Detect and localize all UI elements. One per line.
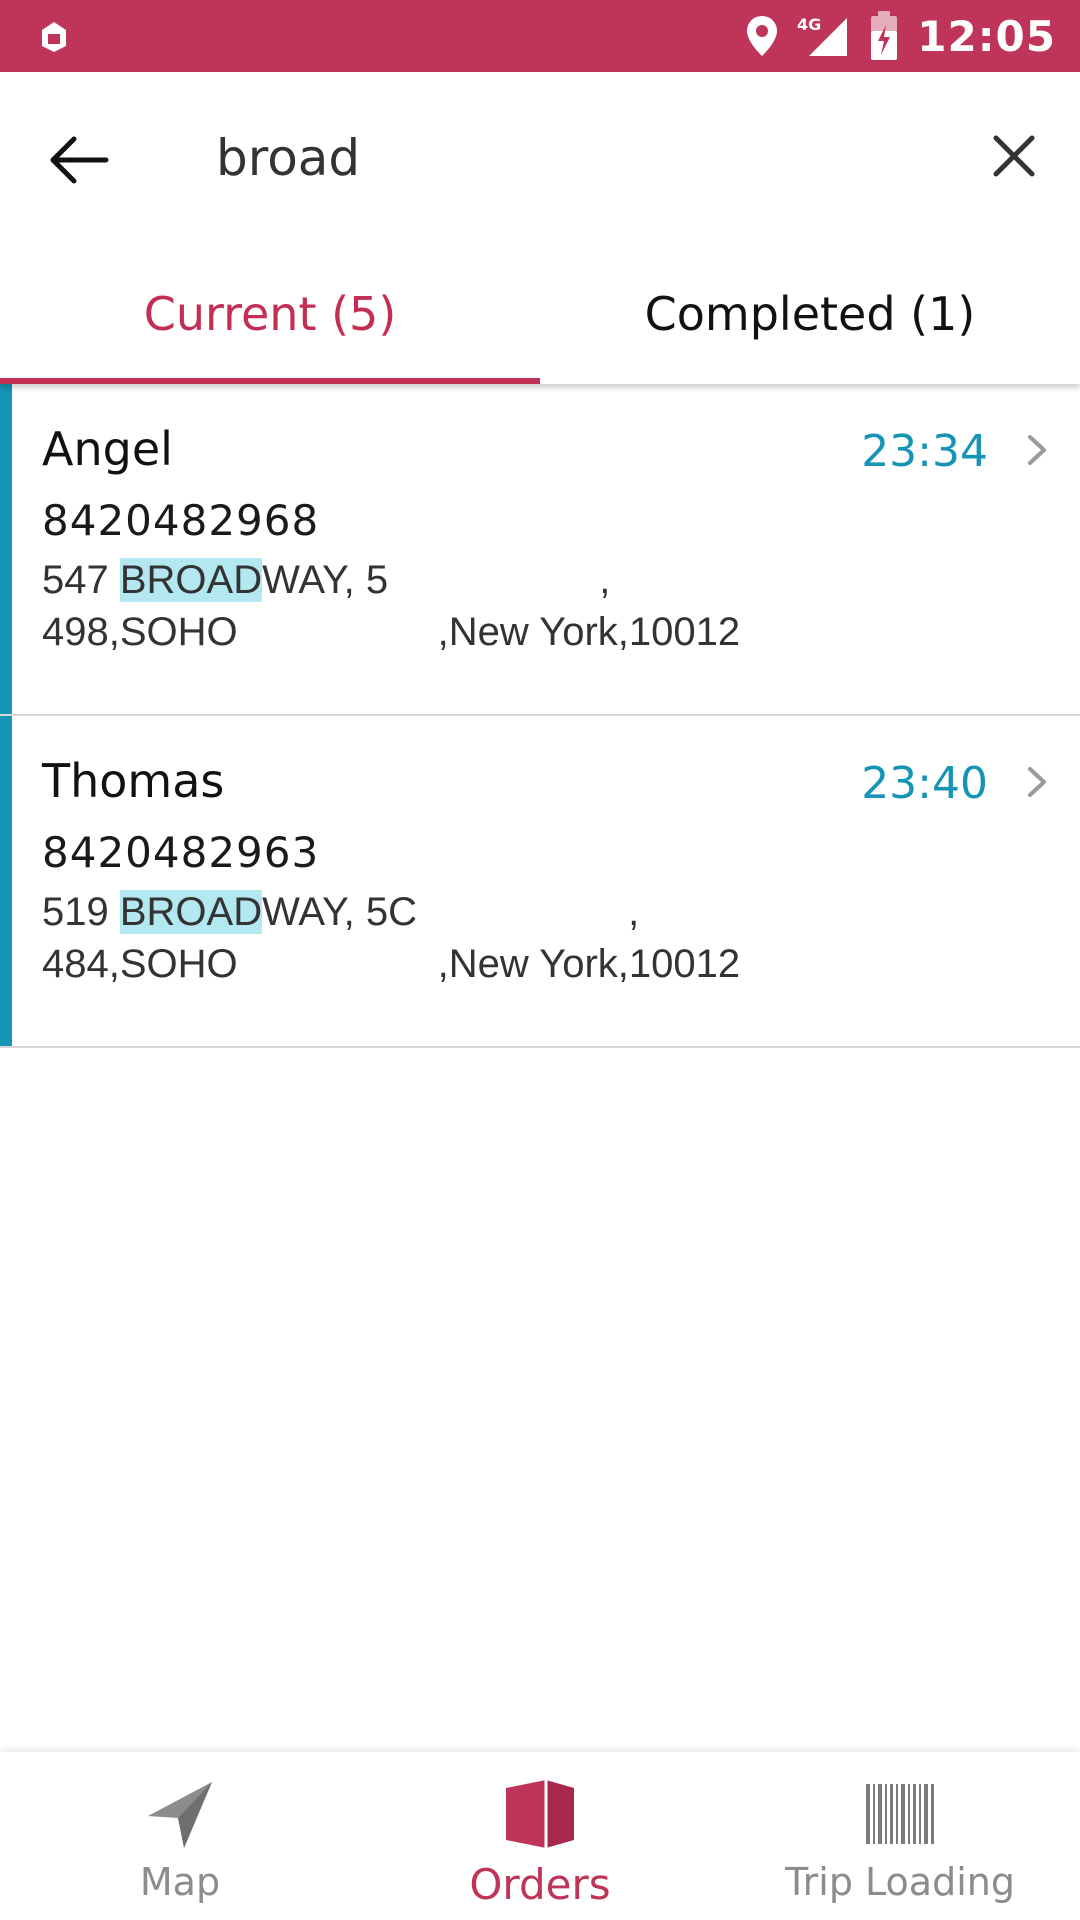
order-tabs: Current (5) Completed (1): [0, 244, 1080, 384]
nav-item-trip-loading[interactable]: Trip Loading: [720, 1752, 1080, 1920]
nav-label-trip-loading: Trip Loading: [785, 1860, 1015, 1904]
search-input[interactable]: [216, 122, 956, 194]
battery-charging-icon: [871, 11, 898, 60]
barcode-icon: [866, 1784, 934, 1844]
nav-label-map: Map: [139, 1860, 221, 1904]
chevron-right-icon: [1028, 767, 1046, 797]
order-phone: 8420482968: [42, 496, 320, 545]
order-time: 23:40: [861, 758, 988, 809]
tab-completed-label: Completed (1): [644, 287, 976, 341]
order-time: 23:34: [861, 426, 988, 477]
status-time: 12:05: [917, 11, 1056, 61]
close-icon[interactable]: [986, 128, 1042, 184]
order-address: 547 BROADWAY, 5 , 498,SOHO ,New York,100…: [42, 554, 802, 658]
status-icons: 4G 12:05: [745, 0, 1056, 72]
order-phone: 8420482963: [42, 828, 320, 877]
signal-icon: 4G: [797, 15, 848, 56]
network-type: 4G: [797, 15, 821, 34]
tab-completed[interactable]: Completed (1): [540, 244, 1080, 384]
navigation-arrow-icon: [148, 1782, 212, 1848]
order-item-thomas[interactable]: Thomas 8420482963 519 BROADWAY, 5C , 484…: [0, 716, 1080, 1048]
order-status-accent: [0, 716, 12, 1046]
chevron-right-icon: [1028, 435, 1046, 465]
order-list: Angel 8420482968 547 BROADWAY, 5 , 498,S…: [0, 384, 1080, 1048]
nav-item-map[interactable]: Map: [0, 1752, 360, 1920]
order-customer-name: Angel: [42, 422, 173, 476]
search-bar: [0, 72, 1080, 244]
nav-label-orders: Orders: [469, 1860, 611, 1909]
address-line-1: 519 BROADWAY, 5C ,: [42, 886, 802, 938]
address-suffix: WAY, 5C ,: [262, 890, 640, 934]
order-address: 519 BROADWAY, 5C , 484,SOHO ,New York,10…: [42, 886, 802, 990]
app-notification-icon: [42, 22, 66, 52]
back-arrow-icon[interactable]: [44, 124, 116, 196]
address-line-1: 547 BROADWAY, 5 ,: [42, 554, 802, 606]
bottom-navigation: Map Orders Trip Loading: [0, 1752, 1080, 1920]
order-status-accent: [0, 384, 12, 714]
address-prefix: 519: [42, 890, 120, 934]
tab-current[interactable]: Current (5): [0, 244, 540, 384]
tab-active-indicator: [0, 378, 540, 384]
order-customer-name: Thomas: [42, 754, 225, 808]
address-line-2: 498,SOHO ,New York,10012: [42, 610, 741, 654]
search-match-highlight: BROAD: [119, 890, 263, 934]
tab-current-label: Current (5): [143, 287, 397, 341]
address-line-2: 484,SOHO ,New York,10012: [42, 942, 741, 986]
address-suffix: WAY, 5 ,: [262, 558, 611, 602]
status-bar: 4G 12:05: [0, 0, 1080, 72]
address-prefix: 547: [42, 558, 120, 602]
location-pin-icon: [747, 16, 778, 56]
order-item-angel[interactable]: Angel 8420482968 547 BROADWAY, 5 , 498,S…: [0, 384, 1080, 716]
box-icon: [506, 1780, 574, 1848]
search-match-highlight: BROAD: [119, 558, 263, 602]
nav-item-orders[interactable]: Orders: [360, 1752, 720, 1920]
